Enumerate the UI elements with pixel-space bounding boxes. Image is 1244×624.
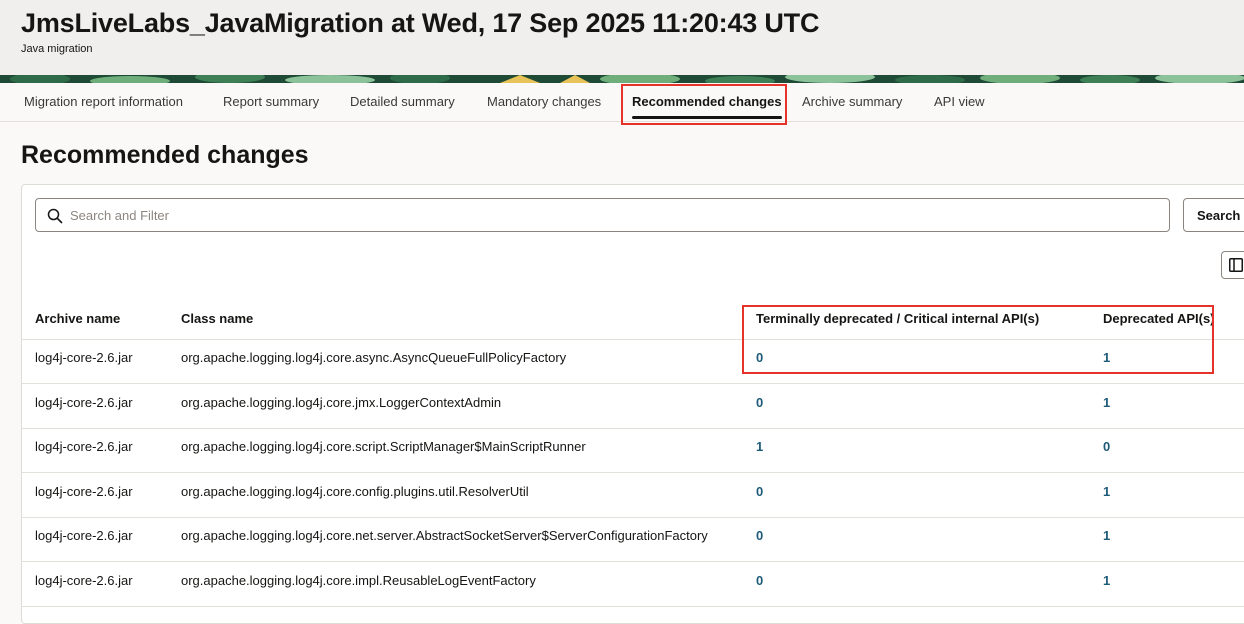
archive-name-cell: log4j-core-2.6.jar xyxy=(35,350,133,365)
search-field xyxy=(35,198,1170,232)
archive-name-cell: log4j-core-2.6.jar xyxy=(35,395,133,410)
search-button[interactable]: Search xyxy=(1183,198,1244,232)
class-name-cell: org.apache.logging.log4j.core.async.Asyn… xyxy=(181,350,567,365)
archive-name-cell: log4j-core-2.6.jar xyxy=(35,439,133,454)
terminally-deprecated-count-link[interactable]: 0 xyxy=(756,518,763,554)
archive-name-cell: log4j-core-2.6.jar xyxy=(35,528,133,543)
table-row: log4j-core-2.6.jar org.apache.logging.lo… xyxy=(22,340,1244,384)
tab-bar: Migration report information Report summ… xyxy=(0,83,1244,122)
archive-name-cell: log4j-core-2.6.jar xyxy=(35,484,133,499)
column-header-class-name[interactable]: Class name xyxy=(181,311,253,326)
class-name-cell: org.apache.logging.log4j.core.impl.Reusa… xyxy=(181,573,536,588)
page-subtitle: Java migration xyxy=(21,43,93,55)
archive-name-cell: log4j-core-2.6.jar xyxy=(35,573,133,588)
tab-archive-summary[interactable]: Archive summary xyxy=(802,83,902,121)
page-header: JmsLiveLabs_JavaMigration at Wed, 17 Sep… xyxy=(0,0,1244,75)
terminally-deprecated-count-link[interactable]: 0 xyxy=(756,340,763,376)
table-row: log4j-core-2.6.jar org.apache.logging.lo… xyxy=(22,563,1244,607)
class-name-cell: org.apache.logging.log4j.core.net.server… xyxy=(181,528,708,543)
tab-migration-report-information[interactable]: Migration report information xyxy=(24,83,183,121)
tab-mandatory-changes[interactable]: Mandatory changes xyxy=(487,83,601,121)
deprecated-count-link[interactable]: 1 xyxy=(1103,518,1110,554)
table-row: log4j-core-2.6.jar org.apache.logging.lo… xyxy=(22,385,1244,429)
search-icon xyxy=(47,208,63,224)
class-name-cell: org.apache.logging.log4j.core.script.Scr… xyxy=(181,439,586,454)
deprecated-count-link[interactable]: 1 xyxy=(1103,563,1110,599)
deprecated-count-link[interactable]: 0 xyxy=(1103,429,1110,465)
column-header-deprecated-apis[interactable]: Deprecated API(s) xyxy=(1103,311,1215,326)
class-name-cell: org.apache.logging.log4j.core.jmx.Logger… xyxy=(181,395,502,410)
tab-recommended-changes[interactable]: Recommended changes xyxy=(632,83,782,121)
decorative-banner xyxy=(0,75,1244,83)
tab-api-view[interactable]: API view xyxy=(934,83,985,121)
class-name-cell: org.apache.logging.log4j.core.config.plu… xyxy=(181,484,529,499)
terminally-deprecated-count-link[interactable]: 0 xyxy=(756,474,763,510)
terminally-deprecated-count-link[interactable]: 1 xyxy=(756,429,763,465)
section-heading: Recommended changes xyxy=(21,141,309,169)
deprecated-count-link[interactable]: 1 xyxy=(1103,340,1110,376)
terminally-deprecated-count-link[interactable]: 0 xyxy=(756,563,763,599)
deprecated-count-link[interactable]: 1 xyxy=(1103,385,1110,421)
column-header-terminally-deprecated[interactable]: Terminally deprecated / Critical interna… xyxy=(756,311,1039,326)
tab-detailed-summary[interactable]: Detailed summary xyxy=(350,83,455,121)
search-input[interactable] xyxy=(70,199,1160,231)
tab-report-summary[interactable]: Report summary xyxy=(223,83,319,121)
columns-icon xyxy=(1229,258,1243,272)
table-row: log4j-core-2.6.jar org.apache.logging.lo… xyxy=(22,518,1244,562)
page-title: JmsLiveLabs_JavaMigration at Wed, 17 Sep… xyxy=(21,8,820,38)
deprecated-count-link[interactable]: 1 xyxy=(1103,474,1110,510)
table-row: log4j-core-2.6.jar org.apache.logging.lo… xyxy=(22,474,1244,518)
column-header-archive-name[interactable]: Archive name xyxy=(35,311,120,326)
manage-columns-button[interactable] xyxy=(1221,251,1244,279)
terminally-deprecated-count-link[interactable]: 0 xyxy=(756,385,763,421)
table-row: log4j-core-2.6.jar org.apache.logging.lo… xyxy=(22,429,1244,473)
